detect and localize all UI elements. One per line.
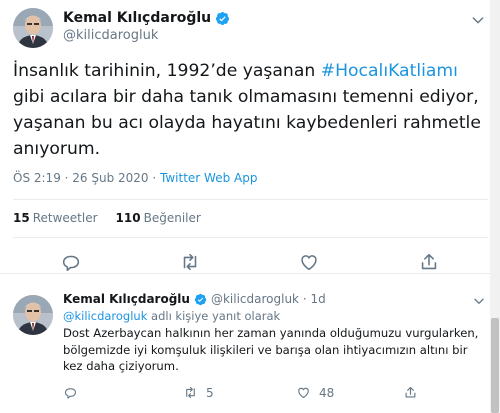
reply-reply-action[interactable] bbox=[63, 385, 86, 400]
replying-to-suffix: adlı kişiye yanıt olarak bbox=[147, 309, 281, 323]
reply-actions: 5 48 bbox=[63, 385, 483, 401]
likes-count: 110 bbox=[115, 211, 141, 225]
reply-share-action[interactable] bbox=[403, 385, 418, 400]
hashtag-link[interactable]: #HocalıKatliamı bbox=[321, 61, 458, 81]
divider bbox=[13, 237, 488, 238]
display-name[interactable]: Kemal Kılıçdaroğlu bbox=[63, 10, 211, 26]
handle[interactable]: @kilicdarogluk bbox=[63, 28, 158, 43]
tweet-stats: 15 Retweetler 110 Beğeniler bbox=[13, 211, 201, 225]
tweet-text-after: gibi acılara bir daha tanık olmamasını t… bbox=[13, 87, 481, 159]
reply-handle[interactable]: @kilicdarogluk · 1d bbox=[211, 292, 326, 306]
scrollbar-thumb[interactable] bbox=[491, 318, 499, 413]
scrollbar[interactable] bbox=[490, 0, 500, 413]
share-icon[interactable] bbox=[418, 251, 440, 273]
retweets-count: 15 bbox=[13, 211, 30, 225]
likes-label: Beğeniler bbox=[143, 211, 201, 225]
like-icon[interactable] bbox=[298, 251, 320, 273]
reply-text: Dost Azerbaycan halkının her zaman yanın… bbox=[63, 326, 479, 373]
reply-display-name[interactable]: Kemal Kılıçdaroğlu bbox=[63, 292, 190, 306]
tweet-actions bbox=[0, 251, 500, 273]
reply-like-action[interactable]: 48 bbox=[296, 385, 334, 400]
chevron-down-icon[interactable] bbox=[472, 294, 486, 308]
reply-retweet-action[interactable]: 5 bbox=[183, 385, 214, 400]
replying-to-link[interactable]: @kilicdarogluk bbox=[63, 309, 147, 323]
reply-icon[interactable] bbox=[60, 251, 82, 273]
reply-tweet[interactable]: Kemal Kılıçdaroğlu @kilicdarogluk · 1d @… bbox=[0, 283, 500, 413]
like-count: 48 bbox=[319, 385, 335, 400]
avatar-photo bbox=[13, 8, 53, 48]
tweet-text: İnsanlık tarihinin, 1992’de yaşanan #Hoc… bbox=[13, 58, 489, 162]
retweet-count: 5 bbox=[206, 385, 214, 400]
chevron-down-icon[interactable] bbox=[470, 12, 486, 28]
tweet-meta: ÖS 2:19 · 26 Şub 2020 · Twitter Web App bbox=[13, 171, 257, 185]
share-icon bbox=[405, 386, 416, 398]
divider bbox=[0, 273, 500, 274]
retweet-icon[interactable] bbox=[179, 251, 201, 273]
retweets-stat[interactable]: 15 Retweetler bbox=[13, 211, 98, 225]
source-link[interactable]: Twitter Web App bbox=[160, 171, 257, 185]
divider bbox=[13, 199, 488, 200]
like-icon bbox=[298, 387, 309, 399]
avatar[interactable] bbox=[13, 8, 53, 48]
main-tweet: Kemal Kılıçdaroğlu @kilicdarogluk İnsanl… bbox=[0, 0, 500, 274]
verified-badge-icon bbox=[216, 11, 230, 25]
replying-to: @kilicdarogluk adlı kişiye yanıt olarak bbox=[63, 309, 280, 323]
timestamp[interactable]: ÖS 2:19 · 26 Şub 2020 · bbox=[13, 171, 160, 185]
likes-stat[interactable]: 110 Beğeniler bbox=[116, 211, 201, 225]
verified-badge-icon bbox=[194, 293, 207, 305]
retweet-icon bbox=[186, 386, 195, 399]
tweet-text-before: İnsanlık tarihinin, 1992’de yaşanan bbox=[13, 61, 321, 81]
reply-icon bbox=[64, 388, 77, 399]
retweets-label: Retweetler bbox=[32, 211, 98, 225]
